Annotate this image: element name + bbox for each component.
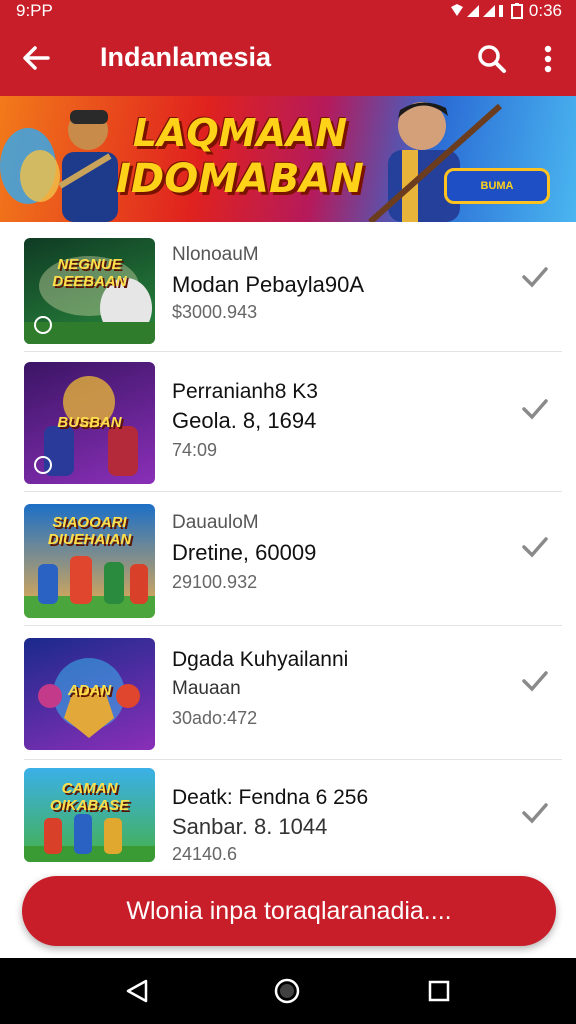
app-bar: Indanlamesia — [0, 22, 576, 96]
item-meta: $3000.943 — [172, 302, 258, 322]
list-item[interactable]: ADAN Dgada Kuhyailanni Mauaan 30ado:472 — [0, 626, 576, 760]
nav-home-icon[interactable] — [274, 978, 300, 1004]
item-title: Dretine, 60009 — [172, 540, 317, 565]
item-title: Perranianh8 K3 — [172, 380, 318, 403]
item-meta: 74:09 — [172, 440, 218, 460]
item-subtitle: Mauaan — [172, 678, 241, 699]
checkmark-icon[interactable] — [522, 670, 548, 692]
list-item[interactable]: CAMAN OIKABASE Deatk: Fendna 6 256 Sanba… — [0, 760, 576, 890]
item-subtitle: DauauloM — [172, 512, 259, 533]
thumbnail-label: ADAN — [67, 682, 112, 699]
game-thumbnail: NEGNUE DEEBAAN — [24, 238, 155, 344]
radio-icon[interactable] — [34, 316, 52, 334]
nav-back-icon[interactable] — [124, 978, 150, 1004]
item-meta: 29100.932 — [172, 572, 258, 592]
thumbnail-label: SIAOOARI DIUEHAIAN — [47, 514, 132, 548]
status-time: 9:PP — [16, 1, 53, 20]
checkmark-icon[interactable] — [522, 802, 548, 824]
item-meta: 24140.6 — [172, 844, 238, 864]
banner-title: LAQMAAN IDOMABAN — [110, 110, 370, 202]
game-thumbnail: CAMAN OIKABASE — [24, 768, 155, 862]
thumbnail-label: CAMAN OIKABASE — [49, 780, 130, 814]
banner-title-line1: LAQMAAN — [132, 111, 348, 155]
search-icon[interactable] — [474, 41, 510, 77]
banner-badge[interactable]: BUMA — [444, 168, 550, 204]
list-item[interactable]: BUSBAN Perranianh8 K3 Geola. 8, 1694 74:… — [0, 352, 576, 492]
item-title: Modan Pebayla90A — [172, 272, 365, 297]
more-vert-icon[interactable] — [534, 41, 562, 77]
nav-recents-icon[interactable] — [428, 980, 450, 1002]
game-thumbnail: BUSBAN — [24, 362, 155, 484]
checkmark-icon[interactable] — [522, 398, 548, 420]
item-subtitle: Sanbar. 8. 1044 — [172, 814, 328, 839]
list-item[interactable]: NEGNUE DEEBAAN NlonoauМ Modan Pebayla90A… — [0, 222, 576, 352]
item-subtitle: NlonoauМ — [172, 244, 259, 265]
item-meta: 30ado:472 — [172, 708, 258, 728]
checkmark-icon[interactable] — [522, 266, 548, 288]
item-subtitle: Geola. 8, 1694 — [172, 408, 317, 433]
list-item[interactable]: SIAOOARI DIUEHAIAN DauauloM Dretine, 600… — [0, 492, 576, 626]
system-nav-bar — [0, 958, 576, 1024]
item-title: Dgada Kuhyailanni — [172, 648, 349, 671]
promo-banner[interactable]: LAQMAAN IDOMABAN BUMA — [0, 96, 576, 222]
status-clock: 0:36 — [528, 1, 562, 20]
status-bar: 9:PP 0:36 — [0, 0, 576, 22]
back-arrow-icon[interactable] — [18, 40, 54, 76]
page-title: Indanlamesia — [100, 42, 272, 72]
banner-title-line2: IDOMABAN — [116, 156, 364, 202]
radio-icon[interactable] — [34, 456, 52, 474]
primary-action-button[interactable]: Wlonia inpa toraqlaranadia.... — [22, 876, 556, 946]
checkmark-icon[interactable] — [522, 536, 548, 558]
signal-icon — [450, 4, 503, 17]
battery-icon — [510, 3, 523, 19]
status-icons: 0:36 — [449, 1, 562, 21]
thumbnail-label: BUSBAN — [57, 414, 122, 431]
game-thumbnail: ADAN — [24, 638, 155, 750]
item-title: Deatk: Fendna 6 256 — [172, 786, 369, 809]
thumbnail-label: NEGNUE DEEBAAN — [52, 256, 127, 290]
game-thumbnail: SIAOOARI DIUEHAIAN — [24, 504, 155, 618]
